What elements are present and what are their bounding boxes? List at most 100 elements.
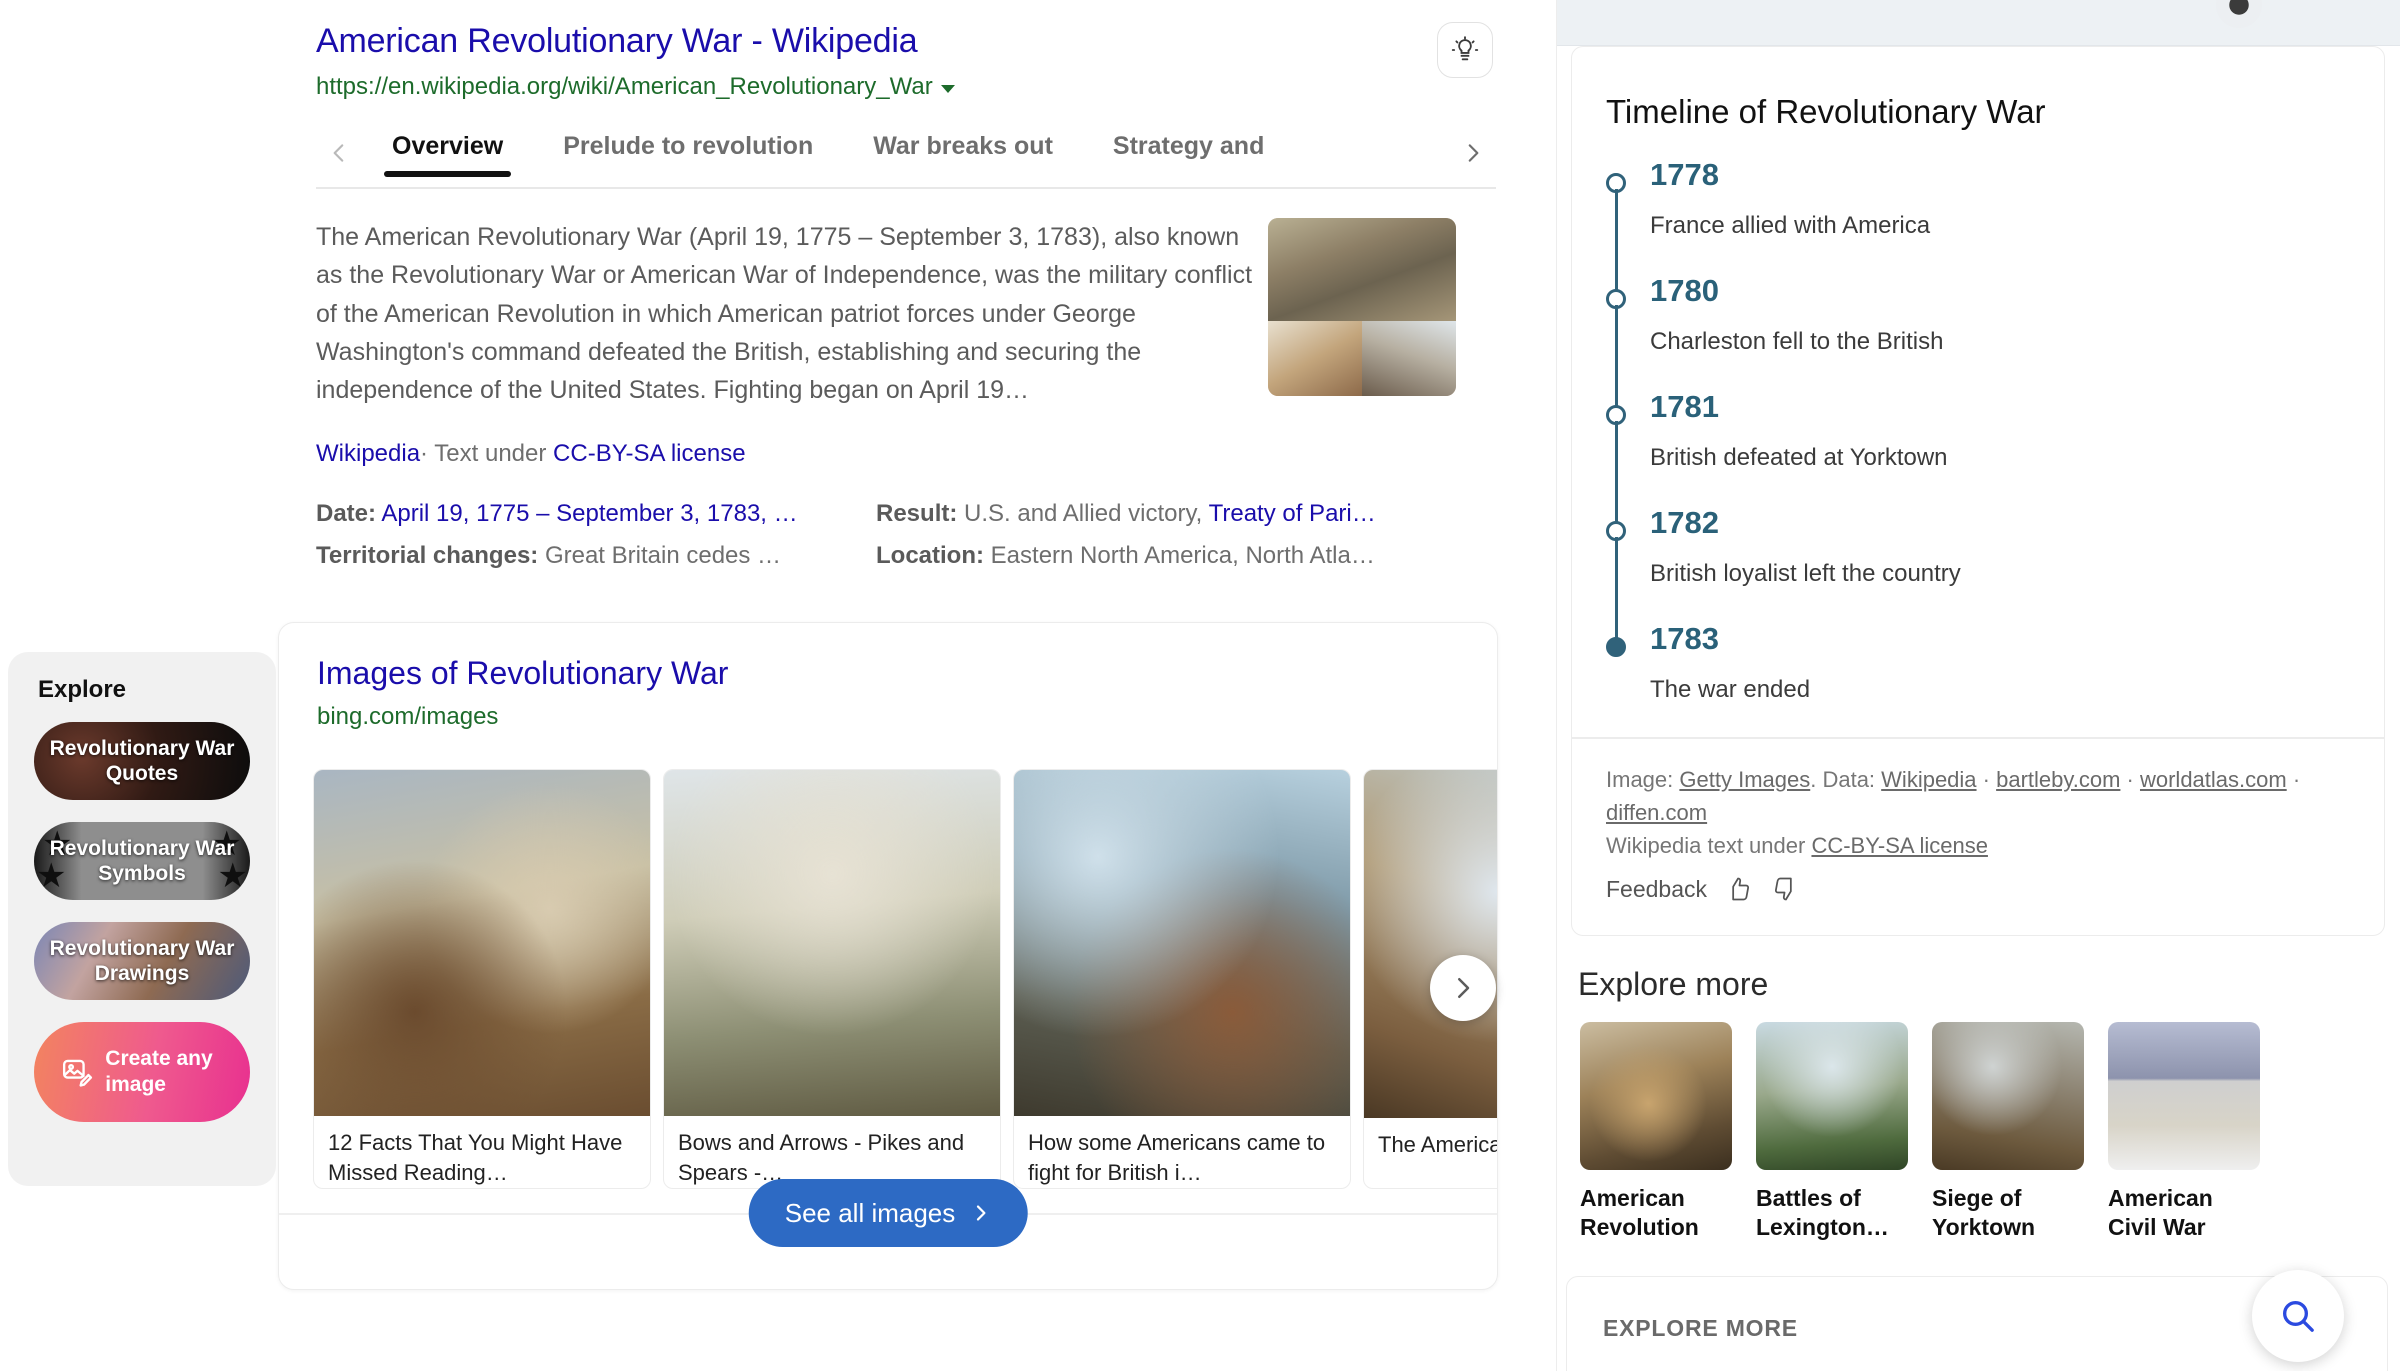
timeline-dot-icon [1606, 637, 1626, 657]
collage-image-bottom-right [1362, 321, 1456, 396]
credits-source-worldatlas[interactable]: worldatlas.com [2140, 767, 2287, 792]
thumbs-up-icon [1732, 877, 1750, 901]
credits-image-source-link[interactable]: Getty Images [1679, 767, 1810, 792]
explore-more-heading: Explore more [1578, 966, 1769, 1002]
explore-more-item-american-civil-war[interactable]: American Civil War [2108, 1022, 2260, 1242]
fact-location: Location: Eastern North America, North A… [876, 542, 1496, 570]
images-carousel[interactable]: 12 Facts That You Might Have Missed Read… [313, 769, 1497, 1189]
image-thumbnail [314, 770, 650, 1117]
search-fab-button[interactable] [2252, 1270, 2344, 1362]
see-all-images-button[interactable]: See all images [748, 1179, 1028, 1247]
attribution-separator: · [420, 440, 429, 467]
timeline-description: British defeated at Yorktown [1650, 444, 1948, 471]
create-any-image-label: Create any image [105, 1047, 213, 1096]
explore-more-label: Battles of Lexington… [1756, 1185, 1889, 1240]
see-all-images-label: See all images [784, 1197, 956, 1228]
thumbs-down-button[interactable] [1771, 875, 1799, 903]
fact-location-value: Eastern North America, North Atla… [990, 542, 1375, 569]
fact-territorial-changes: Territorial changes: Great Britain cedes… [316, 542, 876, 570]
image-caption: 12 Facts That You Might Have Missed Read… [328, 1130, 623, 1186]
tabs-next-button[interactable] [1450, 130, 1496, 176]
main-results-column: American Revolutionary War - Wikipedia h… [0, 0, 1556, 1371]
search-results-page: American Revolutionary War - Wikipedia h… [0, 0, 2400, 1371]
explore-pill-label: Revolutionary War Quotes [49, 736, 235, 785]
images-card-title[interactable]: Images of Revolutionary War [317, 655, 728, 692]
timeline-description: France allied with America [1650, 212, 1931, 239]
timeline-title: Timeline of Revolutionary War [1606, 93, 2046, 130]
create-any-image-button[interactable]: Create any image [34, 1022, 250, 1122]
result-snippet: The American Revolutionary War (April 19… [316, 223, 1253, 404]
timeline-year: 1778 [1650, 157, 1719, 192]
fact-territorial-value: Great Britain cedes … [544, 542, 782, 569]
thumbs-down-icon [1775, 877, 1792, 901]
explore-more-item-siege-of-yorktown[interactable]: Siege of Yorktown [1932, 1022, 2084, 1242]
result-thumbnail-collage[interactable] [1268, 218, 1456, 396]
image-tile[interactable]: How some Americans came to fight for Bri… [1013, 769, 1351, 1189]
lightbulb-button[interactable] [1437, 22, 1493, 78]
credits-source-bartleby[interactable]: bartleby.com [1996, 767, 2120, 792]
tabs-prev-button[interactable] [316, 130, 362, 176]
images-carousel-next-button[interactable] [1430, 955, 1496, 1021]
explore-pill-revolutionary-war-symbols[interactable]: ★ ★ ★ ★ Revolutionary War Symbols [34, 822, 250, 900]
timeline-year: 1781 [1650, 389, 1719, 424]
feedback-label: Feedback [1606, 875, 1708, 902]
section-tabs: Overview Prelude to revolution War break… [316, 126, 1496, 188]
image-tile[interactable]: 12 Facts That You Might Have Missed Read… [313, 769, 651, 1189]
fact-result-link[interactable]: Treaty of Pari… [1209, 500, 1376, 527]
explore-more-thumbnail [2108, 1022, 2260, 1170]
images-card: Images of Revolutionary War bing.com/ima… [278, 622, 1498, 1290]
fact-result-label: Result: [876, 500, 958, 527]
explore-more-thumbnail [1756, 1022, 1908, 1170]
fact-date-label: Date: [316, 500, 377, 527]
explore-sidebar-title: Explore [38, 676, 127, 703]
chevron-left-icon [333, 144, 344, 162]
credits-source-diffen[interactable]: diffen.com [1606, 800, 1707, 825]
credits-license-link[interactable]: CC-BY-SA license [1811, 833, 1987, 858]
result-url[interactable]: https://en.wikipedia.org/wiki/American_R… [316, 73, 933, 101]
tab-prelude-to-revolution[interactable]: Prelude to revolution [533, 126, 843, 177]
fact-date-value[interactable]: April 19, 1775 – September 3, 1783, … [381, 500, 797, 527]
result-title-link[interactable]: American Revolutionary War - Wikipedia [316, 20, 1496, 63]
explore-pill-label: Revolutionary War Symbols [49, 836, 235, 885]
lightbulb-icon [1451, 36, 1479, 61]
attribution-license-link[interactable]: CC-BY-SA license [553, 440, 746, 467]
feedback-row: Feedback [1606, 875, 1799, 903]
timeline-description: The war ended [1650, 676, 1811, 703]
images-card-url[interactable]: bing.com/images [317, 703, 498, 731]
tab-war-breaks-out[interactable]: War breaks out [843, 126, 1083, 177]
image-thumbnail [1014, 770, 1350, 1117]
chevron-right-icon [1458, 978, 1470, 998]
rail-top-bar [1557, 0, 2400, 46]
image-caption: The American Revolution [1378, 1132, 1497, 1157]
credits-source-wikipedia[interactable]: Wikipedia [1881, 767, 1976, 792]
timeline-year: 1782 [1650, 505, 1719, 540]
search-icon [2283, 1301, 2314, 1332]
attribution-text-under: Text under [434, 440, 547, 467]
explore-pill-label: Revolutionary War Drawings [49, 936, 235, 985]
organic-result: American Revolutionary War - Wikipedia h… [316, 20, 1496, 101]
timeline-year: 1783 [1650, 621, 1719, 656]
tab-overview[interactable]: Overview [362, 126, 533, 177]
credits-image-label: Image: [1606, 767, 1674, 792]
timeline-card-divider [1572, 737, 2384, 739]
result-url-row: https://en.wikipedia.org/wiki/American_R… [316, 73, 1496, 101]
timeline-description: British loyalist left the country [1650, 560, 1961, 587]
collage-image-bottom-left [1268, 321, 1362, 396]
tab-strategy-and[interactable]: Strategy and [1083, 126, 1294, 177]
fact-territorial-label: Territorial changes: [316, 542, 539, 569]
explore-more-item-american-revolution[interactable]: American Revolution [1580, 1022, 1732, 1242]
fact-location-label: Location: [876, 542, 984, 569]
image-pencil-icon [62, 1059, 93, 1087]
explore-pill-revolutionary-war-drawings[interactable]: Revolutionary War Drawings [34, 922, 250, 1000]
timeline-item: 1780 Charleston fell to the British [1606, 275, 2354, 421]
timeline-card: Timeline of Revolutionary War 1778 Franc… [1571, 46, 2385, 936]
thumbs-up-button[interactable] [1725, 875, 1753, 903]
explore-more-item-battles-of-lexington[interactable]: Battles of Lexington… [1756, 1022, 1908, 1242]
image-tile[interactable]: Bows and Arrows - Pikes and Spears -… [663, 769, 1001, 1189]
tabs-scroll-area: Overview Prelude to revolution War break… [362, 126, 1450, 177]
fact-date: Date: April 19, 1775 – September 3, 1783… [316, 500, 876, 528]
attribution-source-link[interactable]: Wikipedia [316, 440, 420, 467]
explore-pill-revolutionary-war-quotes[interactable]: Revolutionary War Quotes [34, 722, 250, 800]
chevron-down-icon[interactable] [940, 84, 955, 93]
timeline-credits: Image: Getty Images. Data: Wikipedia · b… [1606, 767, 2301, 858]
